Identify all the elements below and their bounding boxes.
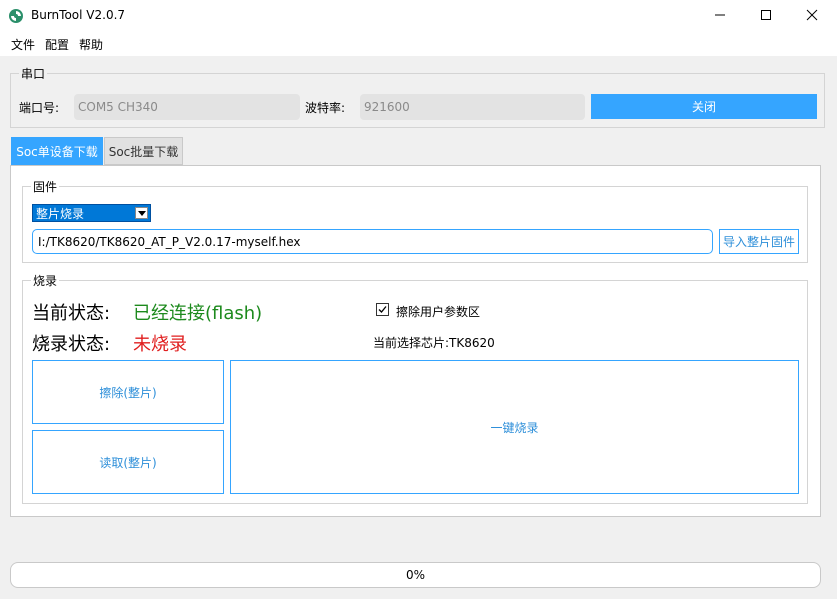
menu-help[interactable]: 帮助 — [79, 36, 103, 53]
import-firmware-button[interactable]: 导入整片固件 — [719, 229, 799, 254]
selected-chip-text: 当前选择芯片:TK8620 — [373, 336, 495, 350]
read-full-button[interactable]: 读取(整片) — [32, 430, 224, 494]
port-field[interactable]: COM5 CH340 — [74, 94, 300, 120]
menu-bar: 文件 配置 帮助 — [0, 32, 837, 56]
baud-value: 921600 — [364, 100, 410, 114]
tab-batch-download-label: Soc批量下载 — [108, 144, 179, 159]
firmware-path-input[interactable]: I:/TK8620/TK8620_AT_P_V2.0.17-myself.hex — [32, 229, 713, 254]
progress-bar: 0% — [10, 562, 821, 588]
erase-full-label: 擦除(整片) — [99, 385, 157, 400]
tab-single-download-label: Soc单设备下载 — [16, 144, 98, 159]
read-full-label: 读取(整片) — [99, 455, 157, 470]
progress-text: 0% — [405, 568, 426, 582]
serial-group-title: 串口 — [19, 65, 48, 82]
window-title: BurnTool V2.0.7 — [31, 8, 126, 22]
menu-file[interactable]: 文件 — [11, 36, 35, 53]
firmware-group-title: 固件 — [31, 178, 60, 195]
port-value: COM5 CH340 — [78, 100, 158, 114]
tab-batch-download[interactable]: Soc批量下载 — [104, 137, 183, 165]
firmware-path-value: I:/TK8620/TK8620_AT_P_V2.0.17-myself.hex — [38, 234, 301, 249]
baud-label: 波特率: — [305, 101, 346, 115]
burn-status-value: 未烧录 — [133, 334, 187, 355]
maximize-icon — [761, 10, 771, 20]
close-icon — [806, 9, 818, 21]
burn-group-title: 烧录 — [31, 272, 60, 289]
erase-full-button[interactable]: 擦除(整片) — [32, 360, 224, 424]
tab-single-download[interactable]: Soc单设备下载 — [11, 137, 103, 165]
burn-status-label: 烧录状态: — [32, 334, 111, 355]
menu-config[interactable]: 配置 — [45, 36, 69, 53]
port-label: 端口号: — [19, 101, 60, 115]
import-firmware-label: 导入整片固件 — [722, 235, 795, 249]
burn-mode-value: 整片烧录 — [36, 206, 85, 221]
chevron-down-icon — [135, 207, 148, 219]
one-click-burn-button[interactable]: 一键烧录 — [230, 360, 799, 494]
one-click-burn-label: 一键烧录 — [490, 420, 539, 435]
erase-user-params-checkbox[interactable] — [376, 303, 389, 316]
close-port-button[interactable]: 关闭 — [591, 94, 817, 119]
current-status-label: 当前状态: — [32, 303, 111, 324]
maximize-button[interactable] — [743, 0, 789, 30]
title-bar: BurnTool V2.0.7 — [0, 0, 837, 32]
erase-user-params-label[interactable]: 擦除用户参数区 — [396, 303, 480, 320]
baud-field[interactable]: 921600 — [360, 94, 585, 120]
minimize-button[interactable] — [697, 0, 743, 30]
close-window-button[interactable] — [789, 0, 835, 30]
close-port-label: 关闭 — [691, 100, 716, 114]
minimize-icon — [715, 14, 725, 16]
burn-mode-select[interactable]: 整片烧录 — [32, 204, 151, 222]
checkmark-icon — [378, 306, 387, 313]
current-status-value: 已经连接(flash) — [133, 303, 263, 324]
burntool-logo-icon — [9, 9, 23, 23]
